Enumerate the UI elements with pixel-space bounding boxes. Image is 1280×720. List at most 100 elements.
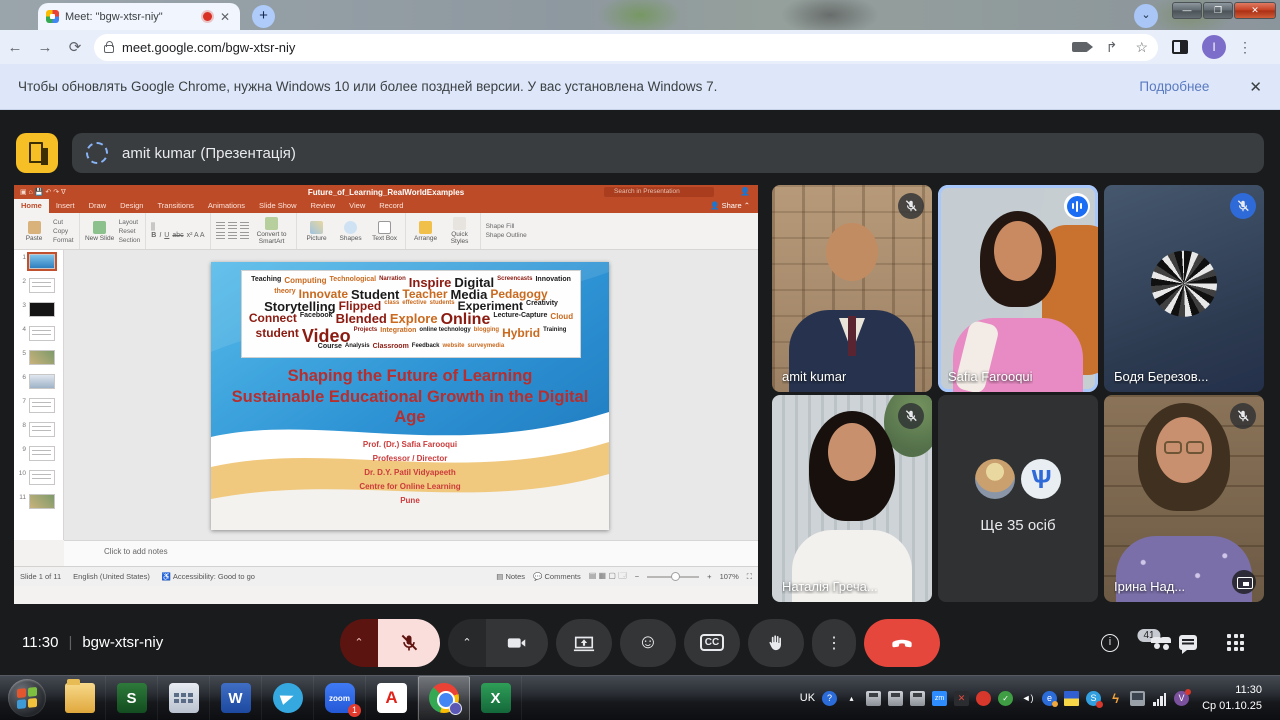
display-icon[interactable] (1130, 691, 1145, 706)
ppt-arrange-button[interactable]: Arrange (411, 221, 441, 242)
end-call-button[interactable] (864, 619, 940, 667)
meeting-details-icon[interactable]: i (1101, 634, 1119, 652)
window-maximize-button[interactable]: ❐ (1203, 2, 1233, 19)
ppt-fit-slide-button[interactable]: ⛶ (747, 572, 752, 582)
ppt-font-size-box[interactable] (153, 222, 155, 231)
more-participants-tile[interactable]: Ѱ Ще 35 осіб (938, 395, 1098, 602)
ppt-search-box[interactable]: Search in Presentation (604, 187, 714, 197)
slide-thumbnail-5[interactable]: 5 (18, 350, 63, 365)
current-slide[interactable]: TeachingComputingTechnologicalNarrationI… (211, 262, 609, 530)
ppt-font-format-buttons[interactable]: BIUabc x² A A (151, 232, 204, 239)
ppt-share-button[interactable]: 👤 Share ⌃ (710, 199, 750, 213)
browser-menu-icon[interactable]: ⋮ (1238, 39, 1252, 56)
side-panel-icon[interactable] (1172, 40, 1188, 54)
fax-icon-2[interactable] (888, 691, 903, 706)
taskbar-app-chrome[interactable] (418, 676, 470, 720)
taskbar-app-word[interactable]: W (210, 676, 262, 720)
ppt-view-buttons[interactable]: ▤ ▦ ▢ 🗔 (589, 570, 627, 584)
language-indicator[interactable]: UK (800, 692, 815, 704)
ppt-tab-design[interactable]: Design (113, 199, 150, 213)
ppt-paste-button[interactable]: Paste (19, 221, 49, 242)
slide-thumbnail-1[interactable]: 1 (18, 254, 63, 269)
ppt-zoom-out-button[interactable]: − (635, 572, 639, 581)
tab-close-icon[interactable]: ✕ (218, 10, 232, 24)
slide-thumbnail-11[interactable]: 11 (18, 494, 63, 509)
taskbar-app-calculator[interactable] (158, 676, 210, 720)
skype-icon[interactable]: S (1086, 691, 1101, 706)
ppt-notes-pane[interactable]: Click to add notes (64, 540, 758, 566)
ppt-tab-record[interactable]: Record (372, 199, 410, 213)
participant-tile-bodya[interactable]: Бодя Березов... (1104, 185, 1264, 392)
window-minimize-button[interactable]: — (1172, 2, 1202, 19)
taskbar-app-s-utility[interactable]: S (106, 676, 158, 720)
ppt-account-icon[interactable]: 👤 (740, 187, 750, 196)
ppt-tab-draw[interactable]: Draw (82, 199, 114, 213)
taskbar-clock[interactable]: 11:30 Ср 01.10.25 (1202, 682, 1262, 715)
ppt-notes-toggle[interactable]: ▤ Notes (496, 572, 525, 581)
browser-e-icon[interactable]: e (1042, 691, 1057, 706)
reactions-button[interactable]: ☺ (620, 619, 676, 667)
forward-button[interactable]: → (30, 39, 60, 56)
camera-button[interactable] (486, 619, 548, 667)
ppt-tab-transitions[interactable]: Transitions (150, 199, 200, 213)
ppt-section-button[interactable]: Section (119, 237, 141, 244)
ppt-convert-smartart-button[interactable]: Convert to SmartArt (253, 217, 291, 245)
participant-tile-amit-kumar[interactable]: amit kumar (772, 185, 932, 392)
chat-panel-icon[interactable] (1179, 635, 1197, 650)
share-icon[interactable]: ↱ (1106, 39, 1118, 56)
ukraine-flag-icon[interactable] (1064, 691, 1079, 706)
ppt-copy-button[interactable]: Copy (53, 228, 74, 235)
ppt-layout-button[interactable]: Layout (119, 219, 141, 226)
reload-button[interactable]: ⟳ (60, 38, 90, 56)
slide-thumbnail-2[interactable]: 2 (18, 278, 63, 293)
ppt-textbox-button[interactable]: Text Box (370, 221, 400, 242)
camera-in-use-icon[interactable] (1072, 42, 1088, 52)
ppt-tab-insert[interactable]: Insert (49, 199, 82, 213)
ppt-zoom-in-button[interactable]: + (707, 572, 711, 581)
zoom-tray-icon[interactable]: zm (932, 691, 947, 706)
participant-tile-iryna[interactable]: Ірина Над... (1104, 395, 1264, 602)
present-button[interactable] (556, 619, 612, 667)
ppt-quick-styles-button[interactable]: Quick Styles (445, 217, 475, 245)
slide-thumbnail-6[interactable]: 6 (18, 374, 63, 389)
browser-tab[interactable]: Meet: "bgw-xtsr-niy" ✕ (38, 3, 240, 30)
help-icon[interactable]: ? (822, 691, 837, 706)
ppt-reset-button[interactable]: Reset (119, 228, 141, 235)
activities-grid-icon[interactable] (1227, 634, 1244, 651)
picture-in-picture-icon[interactable] (1232, 570, 1256, 594)
ppt-accessibility[interactable]: ♿ Accessibility: Good to go (162, 572, 255, 581)
more-options-button[interactable]: ⋮ (812, 619, 856, 667)
ppt-tab-home[interactable]: Home (14, 199, 49, 213)
ppt-tab-review[interactable]: Review (304, 199, 343, 213)
show-hidden-icons[interactable]: ▴ (844, 691, 859, 706)
signal-icon[interactable] (1152, 691, 1167, 706)
taskbar-app-zoom[interactable]: zoom1 (314, 676, 366, 720)
volume-icon[interactable]: ◄) (1020, 691, 1035, 706)
taskbar-app-excel[interactable]: X (470, 676, 522, 720)
slide-thumbnail-10[interactable]: 10 (18, 470, 63, 485)
participant-tile-natalia[interactable]: Наталія Греча... (772, 395, 932, 602)
mic-options-chevron[interactable]: ⌃ (340, 619, 378, 667)
tab-search-chevron-icon[interactable]: ⌄ (1134, 4, 1158, 28)
slide-thumbnail-4[interactable]: 4 (18, 326, 63, 341)
infobar-details-link[interactable]: Подробнее (1139, 79, 1209, 94)
participant-tile-safia-farooqui[interactable]: Safia Farooqui (938, 185, 1098, 392)
address-bar[interactable]: meet.google.com/bgw-xtsr-niy ↱ ☆ (94, 34, 1158, 61)
camera-options-chevron[interactable]: ⌃ (448, 619, 486, 667)
ppt-new-slide-button[interactable]: New Slide (85, 221, 115, 242)
ppt-shape-outline-button[interactable]: Shape Outline (486, 232, 527, 239)
slide-thumbnail-8[interactable]: 8 (18, 422, 63, 437)
ppt-comments-toggle[interactable]: 💬 Comments (533, 572, 581, 581)
raise-hand-button[interactable] (748, 619, 804, 667)
infobar-close-icon[interactable]: ✕ (1249, 78, 1262, 96)
new-tab-button[interactable]: + (252, 5, 275, 28)
ppt-slide-thumbnail-panel[interactable]: 1234567891011 (14, 250, 64, 540)
viber-icon[interactable]: V (1174, 691, 1189, 706)
captions-button[interactable]: CC (684, 619, 740, 667)
url-text[interactable]: meet.google.com/bgw-xtsr-niy (122, 40, 1064, 55)
taskbar-app-acrobat-reader[interactable]: A (366, 676, 418, 720)
ppt-cut-button[interactable]: Cut (53, 219, 74, 226)
taskbar-app-telegram[interactable] (262, 676, 314, 720)
ppt-tab-view[interactable]: View (342, 199, 372, 213)
profile-avatar[interactable]: I (1202, 35, 1226, 59)
